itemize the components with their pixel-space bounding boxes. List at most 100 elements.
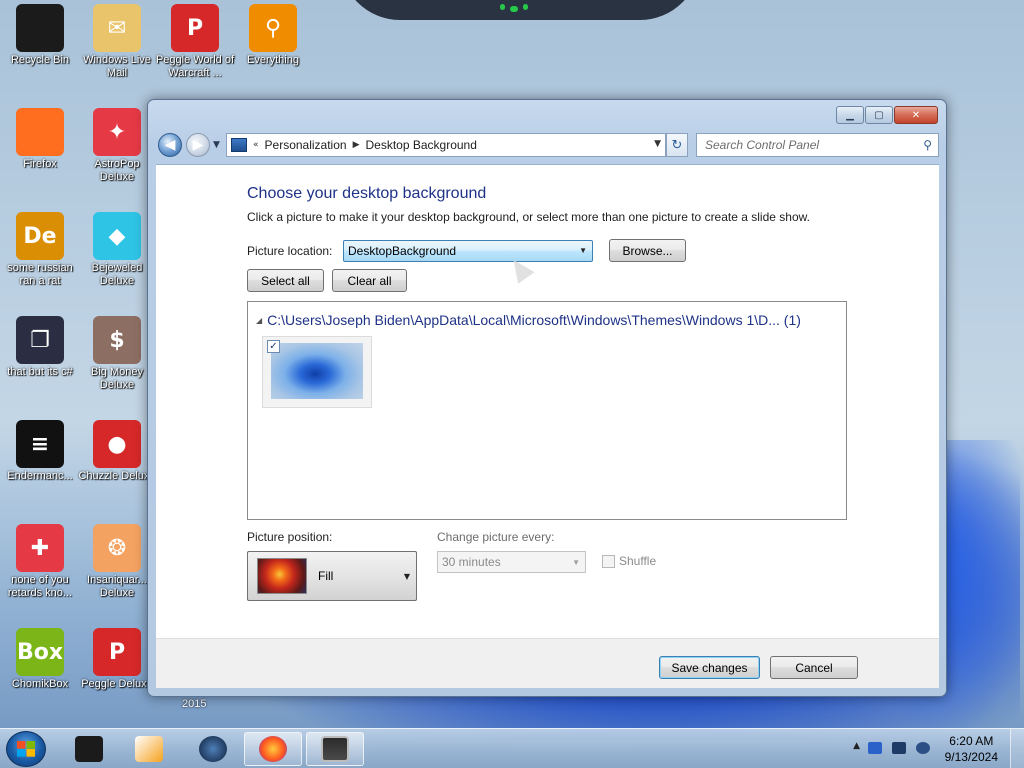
change-picture-select[interactable]: 30 minutes ▼: [437, 551, 586, 573]
de-icon[interactable]: De: [16, 212, 64, 260]
desktop-icon[interactable]: ❂ Insaniquar... Deluxe: [77, 524, 157, 600]
maximize-button[interactable]: ▢: [865, 106, 893, 124]
gem-icon[interactable]: ◆: [93, 212, 141, 260]
desktop-icon-label[interactable]: Peggle Deluxe: [77, 678, 157, 691]
windows-stack-icon[interactable]: ❐: [16, 316, 64, 364]
money-bag-icon[interactable]: $: [93, 316, 141, 364]
desktop-icon[interactable]: $ Big Money Deluxe: [77, 316, 157, 392]
start-button[interactable]: [6, 731, 46, 767]
navigation-bar: ◀ ▶ ▼ « Personalization ▶ Desktop Backgr…: [156, 132, 939, 158]
content-pane: Choose your desktop background Click a p…: [156, 164, 939, 638]
desktop-icon[interactable]: ◆ Bejeweled Deluxe: [77, 212, 157, 288]
minimize-button[interactable]: ▁: [836, 106, 864, 124]
back-button[interactable]: ◀: [158, 133, 182, 157]
taskbar-black-app[interactable]: [60, 732, 118, 766]
terminal-icon[interactable]: ≡: [16, 420, 64, 468]
breadcrumb-desktop-background[interactable]: Desktop Background: [366, 138, 477, 152]
gallery-group-path: C:\Users\Joseph Biden\AppData\Local\Micr…: [267, 312, 801, 328]
clock-date: 9/13/2024: [944, 750, 998, 764]
show-hidden-icons-button[interactable]: ▲: [853, 741, 860, 751]
desktop-icon-label[interactable]: Insaniquar... Deluxe: [77, 574, 157, 600]
desktop-icon-label[interactable]: Big Money Deluxe: [77, 366, 157, 392]
desktop-icon-label[interactable]: Windows Live Mail: [77, 54, 157, 80]
desktop-icon[interactable]: ⚲ Everything: [233, 4, 313, 67]
thumbnail-image[interactable]: [271, 343, 363, 399]
search-placeholder: Search Control Panel: [705, 138, 820, 152]
desktop-icon[interactable]: Box ChomikBox: [0, 628, 80, 691]
address-dropdown-icon[interactable]: ▼: [654, 139, 661, 149]
breadcrumb-overflow[interactable]: «: [253, 140, 259, 150]
picture-location-select[interactable]: DesktopBackground ▼: [343, 240, 593, 262]
taskbar-media-player[interactable]: [120, 732, 178, 766]
dino-icon[interactable]: ✚: [16, 524, 64, 572]
desktop-icon-label[interactable]: Peggle World of Warcraft ...: [155, 54, 235, 80]
chomikbox-icon[interactable]: Box: [16, 628, 64, 676]
picture-position-select[interactable]: Fill ▼: [247, 551, 417, 601]
desktop-icon-label[interactable]: none of you retards kno...: [0, 574, 80, 600]
desktop-icon-label[interactable]: AstroPop Deluxe: [77, 158, 157, 184]
save-changes-button[interactable]: Save changes: [659, 656, 760, 679]
tray-app-icon[interactable]: [868, 742, 882, 754]
desktop-icon[interactable]: ✉ Windows Live Mail: [77, 4, 157, 80]
media-player-icon: [135, 736, 163, 762]
desktop-icon[interactable]: De some russian ran a rat: [0, 212, 80, 288]
desktop-icon[interactable]: Firefox: [0, 108, 80, 171]
show-desktop-button[interactable]: [1010, 729, 1024, 768]
network-icon[interactable]: [916, 742, 930, 754]
shuffle-checkbox[interactable]: Shuffle: [602, 554, 656, 568]
desktop-icon[interactable]: P Peggle World of Warcraft ...: [155, 4, 235, 80]
recycle-bin-icon[interactable]: [16, 4, 64, 52]
firefox-icon: [259, 736, 287, 762]
change-picture-value: 30 minutes: [442, 555, 501, 569]
desktop-icon-label[interactable]: Chuzzle Deluxe: [77, 470, 157, 483]
action-center-icon[interactable]: [892, 742, 906, 754]
desktop-icon-label[interactable]: that but its c#: [0, 366, 80, 379]
breadcrumb-personalization[interactable]: Personalization: [265, 138, 347, 152]
wallpaper-thumbnail[interactable]: ✓: [262, 336, 372, 408]
desktop-icon[interactable]: ✚ none of you retards kno...: [0, 524, 80, 600]
thumbnail-checkbox[interactable]: ✓: [267, 340, 280, 353]
gallery-group-header[interactable]: ◢ C:\Users\Joseph Biden\AppData\Local\Mic…: [256, 312, 801, 328]
desktop-icon[interactable]: Recycle Bin: [0, 4, 80, 67]
address-bar[interactable]: « Personalization ▶ Desktop Background ▼: [226, 133, 666, 157]
desktop-icon-label[interactable]: Endermanc...: [0, 470, 80, 483]
refresh-button[interactable]: ↻: [666, 133, 688, 157]
recent-pages-button[interactable]: ▼: [213, 140, 220, 150]
collapse-icon[interactable]: ◢: [256, 316, 262, 325]
mail-icon[interactable]: ✉: [93, 4, 141, 52]
astropop-icon[interactable]: ✦: [93, 108, 141, 156]
taskbar-control-panel[interactable]: [306, 732, 364, 766]
desktop-icon-label[interactable]: Recycle Bin: [0, 54, 80, 67]
browse-button[interactable]: Browse...: [609, 239, 686, 262]
fish-icon[interactable]: ❂: [93, 524, 141, 572]
cancel-button[interactable]: Cancel: [770, 656, 858, 679]
desktop-icon-label[interactable]: Everything: [233, 54, 313, 67]
taskbar-firefox[interactable]: [244, 732, 302, 766]
desktop-icon[interactable]: ✦ AstroPop Deluxe: [77, 108, 157, 184]
desktop-icon-label[interactable]: Firefox: [0, 158, 80, 171]
peggle-deluxe-icon[interactable]: P: [93, 628, 141, 676]
picture-position-value: Fill: [318, 569, 334, 583]
close-button[interactable]: ✕: [894, 106, 938, 124]
select-all-button[interactable]: Select all: [247, 269, 324, 292]
taskbar-app[interactable]: [184, 732, 242, 766]
desktop-icon-label[interactable]: Bejeweled Deluxe: [77, 262, 157, 288]
search-input[interactable]: Search Control Panel ⚲: [696, 133, 939, 157]
desktop-icon[interactable]: P Peggle Deluxe: [77, 628, 157, 691]
desktop-icon[interactable]: ≡ Endermanc...: [0, 420, 80, 483]
desktop-icon[interactable]: ● Chuzzle Deluxe: [77, 420, 157, 483]
search-icon[interactable]: ⚲: [923, 138, 932, 152]
peggle-icon[interactable]: P: [171, 4, 219, 52]
breadcrumb-separator-icon[interactable]: ▶: [353, 140, 360, 150]
firefox-icon[interactable]: [16, 108, 64, 156]
clock[interactable]: 6:20 AM 9/13/2024: [945, 733, 998, 765]
shuffle-box[interactable]: [602, 554, 615, 568]
chuzzle-icon[interactable]: ●: [93, 420, 141, 468]
page-description: Click a picture to make it your desktop …: [247, 210, 810, 224]
magnifier-icon[interactable]: ⚲: [249, 4, 297, 52]
desktop-icon-label[interactable]: ChomikBox: [0, 678, 80, 691]
desktop-icon-label[interactable]: some russian ran a rat: [0, 262, 80, 288]
clear-all-button[interactable]: Clear all: [332, 269, 407, 292]
desktop-icon[interactable]: ❐ that but its c#: [0, 316, 80, 379]
forward-button[interactable]: ▶: [186, 133, 210, 157]
